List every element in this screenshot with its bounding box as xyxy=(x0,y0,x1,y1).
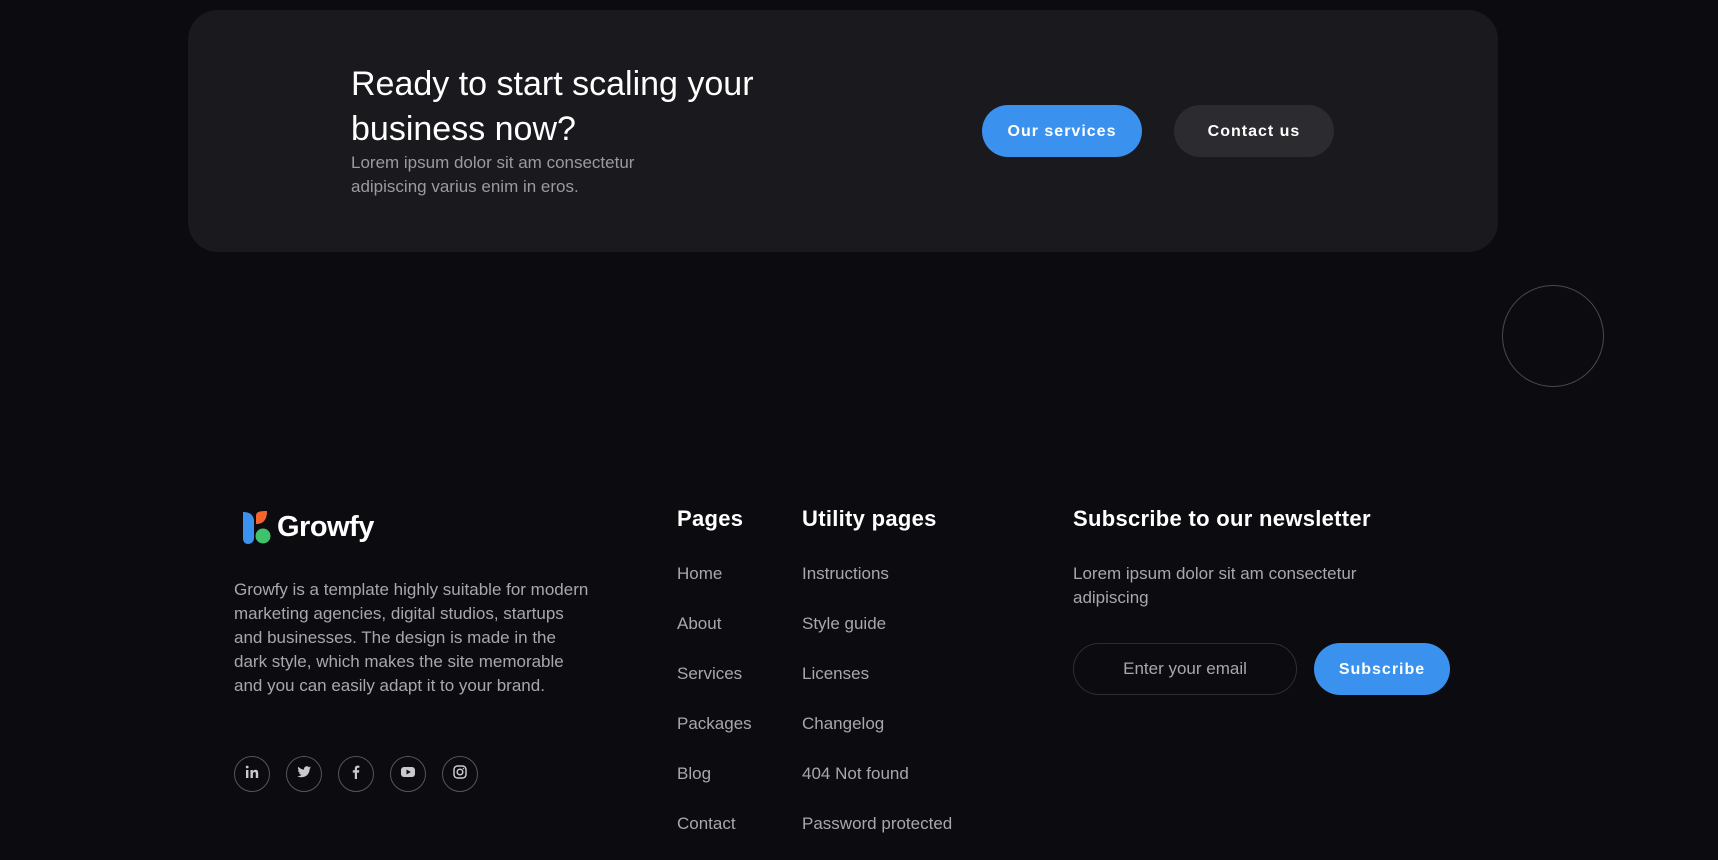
newsletter-description: Lorem ipsum dolor sit am consectetur adi… xyxy=(1073,564,1357,607)
footer-link-licenses[interactable]: Licenses xyxy=(802,649,952,699)
youtube-icon xyxy=(400,764,416,785)
instagram-icon xyxy=(452,764,468,785)
youtube-link[interactable] xyxy=(390,756,426,792)
footer-link-blog[interactable]: Blog xyxy=(677,749,752,799)
cta-banner: Ready to start scaling your business now… xyxy=(188,10,1498,252)
footer-link-style-guide[interactable]: Style guide xyxy=(802,599,952,649)
footer-link-changelog[interactable]: Changelog xyxy=(802,699,952,749)
brand-description: Growfy is a template highly suitable for… xyxy=(234,580,589,695)
linkedin-link[interactable] xyxy=(234,756,270,792)
decorative-circle xyxy=(1502,285,1604,387)
footer-link-packages[interactable]: Packages xyxy=(677,699,752,749)
footer-link-instructions[interactable]: Instructions xyxy=(802,549,952,599)
footer-link-services[interactable]: Services xyxy=(677,649,752,699)
newsletter-heading: Subscribe to our newsletter xyxy=(1073,506,1371,531)
cta-description: Lorem ipsum dolor sit am consectetur adi… xyxy=(351,153,635,196)
footer-link-password-protected[interactable]: Password protected xyxy=(802,799,952,849)
subscribe-button[interactable]: Subscribe xyxy=(1314,643,1450,695)
twitter-icon xyxy=(296,764,312,785)
utility-pages-heading: Utility pages xyxy=(802,506,937,531)
contact-us-button[interactable]: Contact us xyxy=(1174,105,1334,157)
facebook-icon xyxy=(348,764,364,785)
pages-heading: Pages xyxy=(677,506,744,531)
footer-link-404[interactable]: 404 Not found xyxy=(802,749,952,799)
cta-title: Ready to start scaling your business now… xyxy=(351,65,754,148)
footer-link-contact[interactable]: Contact xyxy=(677,799,752,849)
growfy-logo-icon xyxy=(241,510,273,544)
pages-links: Home About Services Packages Blog Contac… xyxy=(677,549,752,849)
footer-link-about[interactable]: About xyxy=(677,599,752,649)
facebook-link[interactable] xyxy=(338,756,374,792)
utility-pages-links: Instructions Style guide Licenses Change… xyxy=(802,549,952,849)
instagram-link[interactable] xyxy=(442,756,478,792)
footer-link-home[interactable]: Home xyxy=(677,549,752,599)
brand-name: Growfy xyxy=(277,510,374,543)
email-input[interactable] xyxy=(1073,643,1297,695)
twitter-link[interactable] xyxy=(286,756,322,792)
linkedin-icon xyxy=(244,764,260,785)
social-links xyxy=(234,756,478,792)
brand-logo[interactable]: Growfy xyxy=(241,510,374,544)
our-services-button[interactable]: Our services xyxy=(982,105,1142,157)
